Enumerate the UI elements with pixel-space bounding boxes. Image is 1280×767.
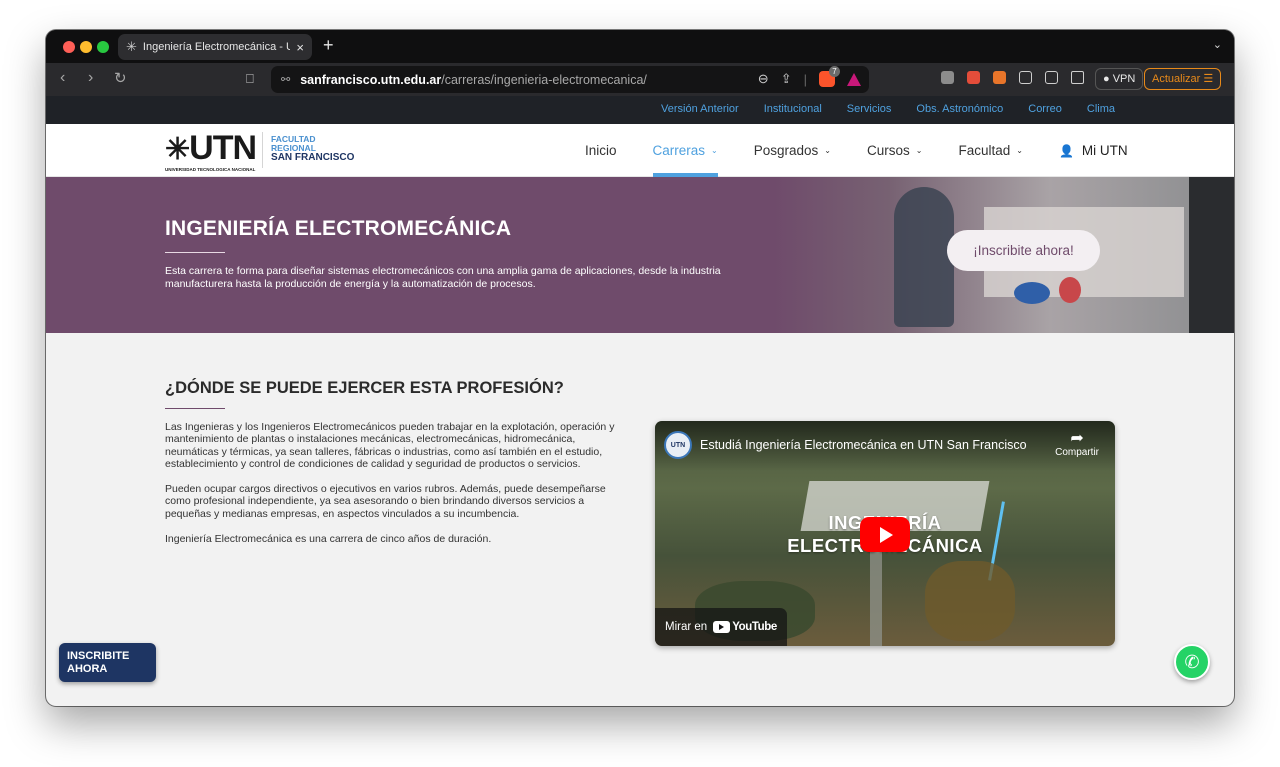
play-button[interactable] — [860, 517, 910, 552]
utn-favicon-icon: ✳ — [126, 39, 137, 54]
top-link-institucional[interactable]: Institucional — [764, 103, 822, 115]
new-tab-button[interactable]: + — [323, 35, 334, 56]
nav-facultad[interactable]: Facultad ⌄ — [958, 124, 1022, 177]
video-title[interactable]: Estudiá Ingeniería Electromecánica en UT… — [700, 438, 1027, 452]
url-path: /carreras/ingenieria-electromecanica/ — [441, 72, 647, 87]
wallet-icon[interactable] — [1071, 71, 1084, 84]
url-bar[interactable]: ⚯ sanfrancisco.utn.edu.ar /carreras/inge… — [271, 66, 869, 93]
inscribite-ahora-button[interactable]: ¡Inscribite ahora! — [947, 230, 1100, 271]
site-header: ✳UTN UNIVERSIDAD TECNOLOGICA NACIONAL FA… — [46, 124, 1234, 177]
brave-shield-icon[interactable]: 7 — [819, 66, 840, 87]
tab-menu-chevron-icon[interactable]: ⌄ — [1213, 38, 1222, 51]
floating-inscribite-button[interactable]: INSCRIBITE AHORA — [59, 643, 156, 682]
top-link-correo[interactable]: Correo — [1028, 103, 1062, 115]
site-settings-icon[interactable]: ⚯ — [281, 73, 290, 86]
nav-posgrados[interactable]: Posgrados ⌄ — [754, 124, 831, 177]
share-icon[interactable]: ⇪ — [781, 71, 792, 87]
top-link-obs-astronomico[interactable]: Obs. Astronómico — [916, 103, 1003, 115]
nav-carreras[interactable]: Carreras ⌄ — [652, 124, 718, 177]
hero-banner: INGENIERÍA ELECTROMECÁNICA Esta carrera … — [46, 177, 1234, 333]
top-links-bar: Versión Anterior Institucional Servicios… — [46, 96, 1234, 124]
active-tab[interactable]: ✳ Ingeniería Electromecánica - U × — [118, 34, 312, 60]
address-toolbar: ‹ › ↻ ⎕ ⚯ sanfrancisco.utn.edu.ar /carre… — [46, 63, 1234, 96]
section-title: ¿DÓNDE SE PUEDE EJERCER ESTA PROFESIÓN? — [165, 379, 564, 397]
youtube-logo: YouTube — [713, 621, 777, 633]
divider: | — [803, 71, 807, 87]
extension-icon[interactable] — [993, 71, 1006, 84]
update-button[interactable]: Actualizar ☰ — [1144, 68, 1222, 90]
zoom-icon[interactable]: ⊖ — [758, 71, 769, 87]
top-link-version-anterior[interactable]: Versión Anterior — [661, 103, 739, 115]
maximize-window-button[interactable] — [97, 41, 109, 53]
tab-title: Ingeniería Electromecánica - U — [142, 41, 291, 53]
reload-button[interactable]: ↻ — [114, 69, 127, 87]
section-underline — [165, 408, 225, 409]
extensions-puzzle-icon[interactable] — [1019, 71, 1032, 84]
brave-rewards-icon[interactable] — [847, 72, 861, 86]
tab-bar: ✳ Ingeniería Electromecánica - U × + ⌄ — [46, 30, 1234, 63]
chevron-down-icon: ⌄ — [711, 146, 718, 155]
page-title: INGENIERÍA ELECTROMECÁNICA — [165, 217, 512, 240]
main-nav: Inicio Carreras ⌄ Posgrados ⌄ Cursos ⌄ Facu… — [585, 124, 1128, 177]
vpn-button[interactable]: ● VPN — [1095, 68, 1144, 90]
sidebar-icon[interactable] — [1045, 71, 1058, 84]
paragraph-2: Pueden ocupar cargos directivos o ejecut… — [165, 483, 606, 520]
page-viewport: Versión Anterior Institucional Servicios… — [46, 96, 1234, 706]
nav-cursos[interactable]: Cursos ⌄ — [867, 124, 922, 177]
extension-icon[interactable] — [941, 71, 954, 84]
share-button[interactable]: ➦ Compartir — [1055, 430, 1099, 459]
extension-icon[interactable] — [967, 71, 980, 84]
back-button[interactable]: ‹ — [60, 69, 65, 87]
logo-wordmark: UTN — [189, 129, 257, 167]
channel-avatar[interactable]: UTN — [664, 431, 692, 459]
share-arrow-icon: ➦ — [1070, 430, 1084, 447]
youtube-embed[interactable]: UTN Estudiá Ingeniería Electromecánica e… — [655, 421, 1115, 646]
nav-mi-utn[interactable]: 👤 Mi UTN — [1059, 124, 1128, 177]
top-link-servicios[interactable]: Servicios — [847, 103, 892, 115]
logo-san-francisco: SAN FRANCISCO — [271, 152, 355, 163]
chevron-down-icon: ⌄ — [824, 146, 831, 155]
section-body: Las Ingenieras y los Ingenieros Electrom… — [165, 421, 617, 557]
hero-description: Esta carrera te forma para diseñar siste… — [165, 265, 721, 290]
utn-star-icon: ✳ — [165, 133, 190, 166]
chevron-down-icon: ⌄ — [1016, 146, 1023, 155]
user-icon: 👤 — [1058, 143, 1074, 158]
top-link-clima[interactable]: Clima — [1087, 103, 1115, 115]
browser-window: ✳ Ingeniería Electromecánica - U × + ⌄ ‹… — [46, 30, 1234, 706]
paragraph-3: Ingeniería Electromecánica es una carrer… — [165, 532, 492, 545]
tab-close-icon[interactable]: × — [296, 40, 304, 55]
utn-logo[interactable]: ✳UTN UNIVERSIDAD TECNOLOGICA NACIONAL FA… — [165, 129, 355, 172]
forward-button[interactable]: › — [88, 69, 93, 87]
paragraph-1: Las Ingenieras y los Ingenieros Electrom… — [165, 421, 615, 471]
watch-on-youtube-button[interactable]: Mirar en YouTube — [655, 608, 787, 646]
close-window-button[interactable] — [63, 41, 75, 53]
chevron-down-icon: ⌄ — [915, 146, 923, 155]
logo-tagline: UNIVERSIDAD TECNOLOGICA NACIONAL — [165, 167, 256, 172]
whatsapp-icon[interactable]: ✆ — [1174, 644, 1210, 680]
logo-divider — [262, 132, 264, 168]
minimize-window-button[interactable] — [80, 41, 92, 53]
title-underline — [165, 252, 225, 253]
bookmark-icon[interactable]: ⎕ — [246, 71, 254, 87]
nav-inicio[interactable]: Inicio — [585, 124, 617, 177]
youtube-play-icon — [713, 621, 731, 633]
url-host: sanfrancisco.utn.edu.ar — [300, 72, 442, 87]
